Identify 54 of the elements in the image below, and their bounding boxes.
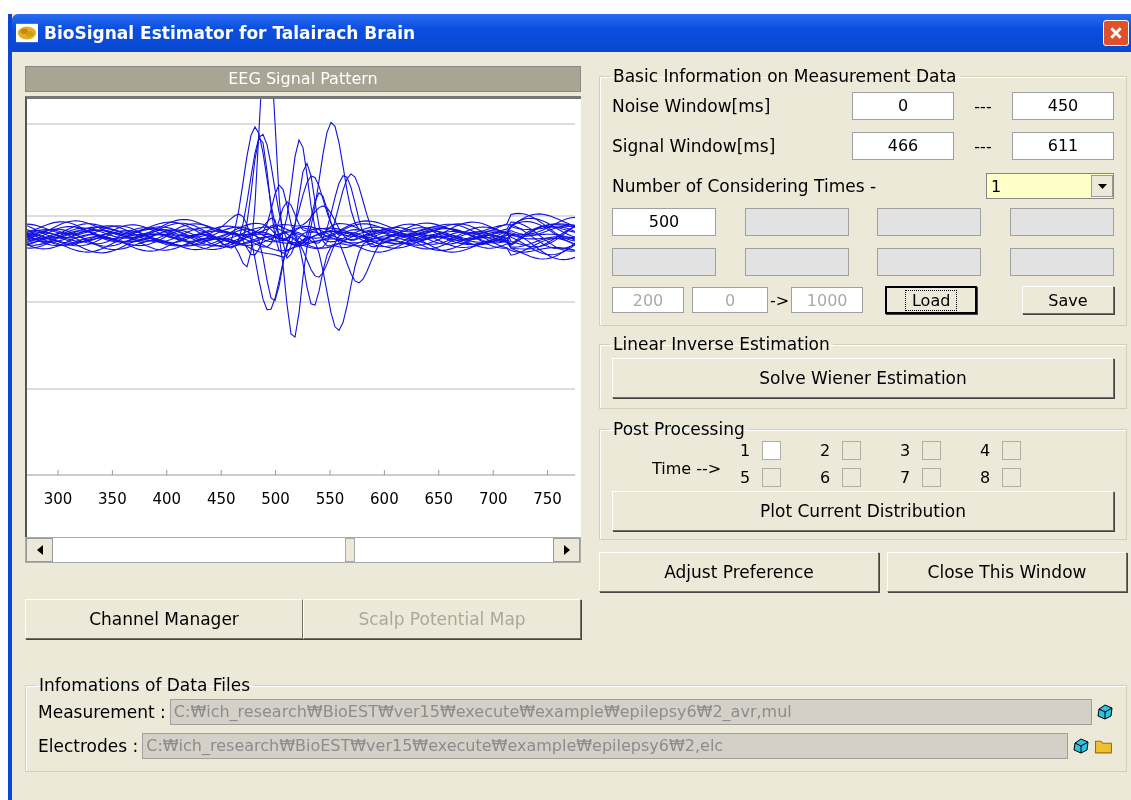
- action-button[interactable]: Adjust Preference: [599, 552, 879, 592]
- checkbox-label: 5: [740, 468, 752, 487]
- time-field[interactable]: 500: [612, 208, 716, 236]
- brain-icon: [16, 23, 38, 43]
- action-button[interactable]: Close This Window: [887, 552, 1127, 592]
- tick-label: 450: [206, 490, 236, 508]
- tick-label: 350: [98, 490, 127, 508]
- times-dropdown[interactable]: 1: [986, 173, 1114, 199]
- group-title: Linear Inverse Estimation: [612, 334, 831, 354]
- panel-button[interactable]: Channel Manager: [25, 599, 303, 639]
- plot-button[interactable]: Plot Current Distribution: [612, 491, 1114, 531]
- group-title: Basic Information on Measurement Data: [612, 66, 958, 86]
- input-field[interactable]: 450: [1012, 92, 1114, 120]
- solve-button[interactable]: Solve Wiener Estimation: [612, 358, 1114, 398]
- chart-title: EEG Signal Pattern: [25, 66, 581, 92]
- field-label: Electrodes :: [38, 736, 139, 756]
- group-title: Infomations of Data Files: [38, 675, 252, 695]
- file-button[interactable]: Save: [1022, 286, 1114, 314]
- scroll-thumb[interactable]: [345, 538, 355, 562]
- tick-label: 550: [315, 490, 345, 508]
- checkbox-label: 8: [980, 468, 992, 487]
- tick-label: 300: [43, 490, 73, 508]
- tick-label: 650: [424, 490, 454, 508]
- input-field[interactable]: 466: [852, 132, 954, 160]
- close-icon[interactable]: [1109, 26, 1123, 40]
- scroll-left-icon[interactable]: [26, 538, 53, 562]
- checkbox-label: 1: [740, 441, 752, 460]
- window-title: BioSignal Estimator for Talairach Brain: [44, 23, 417, 43]
- checkbox-label: 4: [980, 441, 992, 460]
- tick-label: 600: [370, 490, 399, 508]
- separator-text: ---: [973, 96, 993, 116]
- field-label: Noise Window[ms]: [612, 96, 772, 116]
- group-title: Post Processing: [612, 419, 746, 439]
- close-button[interactable]: [1103, 20, 1129, 46]
- scroll-right-icon[interactable]: [553, 538, 580, 562]
- tick-label: 700: [478, 490, 508, 508]
- tick-label: 500: [261, 490, 290, 508]
- tick-label: 750: [533, 490, 562, 508]
- checkbox-label: 6: [820, 468, 832, 487]
- arrow-text: ->: [770, 290, 790, 310]
- field-label: Signal Window[ms]: [612, 136, 777, 156]
- checkbox-label: 3: [900, 441, 912, 460]
- tick-label: 400: [152, 490, 182, 508]
- input-field[interactable]: 611: [1012, 132, 1114, 160]
- checkbox-label: 7: [900, 468, 912, 487]
- field-label: Measurement :: [38, 702, 166, 722]
- input-field[interactable]: 0: [852, 92, 954, 120]
- separator-text: ---: [973, 136, 993, 156]
- checkbox-label: 2: [820, 441, 832, 460]
- horizontal-scrollbar[interactable]: [25, 537, 581, 563]
- checkbox[interactable]: [762, 441, 781, 460]
- field-label: Number of Considering Times -: [612, 176, 877, 196]
- time-label: Time -->: [651, 458, 723, 480]
- file-button[interactable]: Load: [885, 286, 978, 314]
